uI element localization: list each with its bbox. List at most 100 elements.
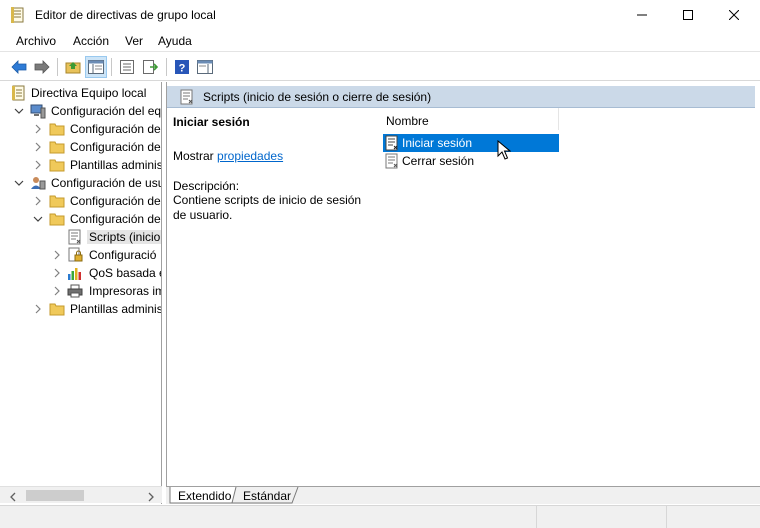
chevron-right-icon[interactable] bbox=[32, 195, 44, 207]
properties-link[interactable]: propiedades bbox=[217, 149, 283, 163]
tree-item-qos[interactable]: QoS basada e bbox=[0, 264, 162, 282]
menu-ver[interactable]: Ver bbox=[125, 34, 143, 48]
chevron-right-icon[interactable] bbox=[51, 285, 63, 297]
details-header: Scripts (inicio de sesión o cierre de se… bbox=[167, 86, 755, 108]
menu-archivo[interactable]: Archivo bbox=[16, 34, 56, 48]
tree-item-label: Configuración de bbox=[70, 140, 161, 154]
policy-editor-app-icon bbox=[11, 7, 25, 23]
title-bar: Editor de directivas de grupo local bbox=[0, 0, 760, 30]
tree-horizontal-scrollbar[interactable] bbox=[0, 486, 162, 503]
menu-ayuda[interactable]: Ayuda bbox=[158, 34, 192, 48]
back-icon[interactable] bbox=[8, 56, 30, 78]
folder-icon bbox=[49, 139, 65, 155]
user-icon bbox=[30, 175, 46, 191]
tree-item-label: Configuración de usu bbox=[51, 176, 162, 190]
selected-item-title: Iniciar sesión bbox=[173, 115, 250, 129]
tree-item-scripts[interactable]: Scripts (inicio bbox=[0, 228, 161, 246]
show-properties: Mostrar propiedades bbox=[173, 149, 283, 163]
toolbar: ? bbox=[0, 53, 760, 81]
scrollbar-thumb[interactable] bbox=[26, 490, 84, 501]
forward-icon[interactable] bbox=[31, 56, 53, 78]
tree-item-label: Configuración de bbox=[70, 212, 161, 226]
chevron-right-icon[interactable] bbox=[51, 249, 63, 261]
policy-document-icon bbox=[10, 85, 26, 101]
tree-item-label: Scripts (inicio bbox=[87, 230, 161, 244]
tab-label: Extendido bbox=[178, 489, 232, 503]
close-button[interactable] bbox=[711, 0, 757, 30]
show-prefix: Mostrar bbox=[173, 149, 214, 163]
status-panel bbox=[666, 506, 760, 528]
tab-extendido[interactable]: Extendido bbox=[172, 487, 234, 504]
chevron-down-icon[interactable] bbox=[13, 177, 25, 189]
status-panel bbox=[536, 506, 666, 528]
tree-item-configuracion-seguridad[interactable]: Configuració bbox=[0, 246, 161, 264]
folder-icon bbox=[49, 193, 65, 209]
script-icon bbox=[384, 135, 400, 151]
folder-icon bbox=[49, 301, 65, 317]
view-tab-strip: Extendido Estándar bbox=[166, 486, 760, 504]
tree-item-label: Configuración de bbox=[70, 194, 161, 208]
script-icon bbox=[179, 89, 195, 105]
tree-item-directiva-equipo-local[interactable]: Directiva Equipo local bbox=[0, 84, 161, 102]
tree-item-label: Plantillas adminis bbox=[70, 302, 162, 316]
tree-pane: Directiva Equipo local Configuración del… bbox=[0, 82, 162, 504]
window-title: Editor de directivas de grupo local bbox=[35, 8, 216, 22]
description-text: Contiene scripts de inicio de sesión de … bbox=[173, 193, 362, 222]
details-pane: Scripts (inicio de sesión o cierre de se… bbox=[166, 82, 760, 504]
column-header-label: Nombre bbox=[386, 114, 429, 128]
scroll-left-icon[interactable] bbox=[8, 491, 18, 502]
status-bar bbox=[0, 505, 760, 528]
chevron-right-icon[interactable] bbox=[32, 141, 44, 153]
show-hide-tree-icon[interactable] bbox=[85, 56, 107, 78]
computer-icon bbox=[30, 103, 46, 119]
tree-item-label: Configuració bbox=[89, 248, 157, 262]
folder-icon bbox=[49, 157, 65, 173]
properties-icon[interactable] bbox=[116, 56, 138, 78]
mouse-cursor-icon bbox=[497, 139, 512, 160]
tree-item-configuracion-usuario[interactable]: Configuración de usu bbox=[0, 174, 162, 192]
list-item-iniciar-sesion[interactable]: Iniciar sesión bbox=[383, 134, 559, 152]
list-item-label: Cerrar sesión bbox=[402, 154, 475, 168]
maximize-button[interactable] bbox=[665, 0, 711, 30]
printer-icon bbox=[67, 283, 83, 299]
minimize-button[interactable] bbox=[619, 0, 665, 30]
export-list-icon[interactable] bbox=[139, 56, 161, 78]
tree-item-label: Configuración del eq bbox=[51, 104, 162, 118]
tree-item-config-software-equipo[interactable]: Configuración de bbox=[0, 120, 161, 138]
tree-item-configuracion-equipo[interactable]: Configuración del eq bbox=[0, 102, 162, 120]
qos-chart-icon bbox=[67, 265, 83, 281]
tree-item-plantillas-equipo[interactable]: Plantillas adminis bbox=[0, 156, 162, 174]
tree-item-config-software-usuario[interactable]: Configuración de bbox=[0, 192, 161, 210]
tree-item-label: QoS basada e bbox=[89, 266, 162, 280]
tree-item-config-windows-usuario[interactable]: Configuración de bbox=[0, 210, 161, 228]
chevron-right-icon[interactable] bbox=[32, 123, 44, 135]
scroll-right-icon[interactable] bbox=[146, 491, 156, 502]
help-icon[interactable]: ? bbox=[171, 56, 193, 78]
up-folder-icon[interactable] bbox=[62, 56, 84, 78]
chevron-right-icon[interactable] bbox=[51, 267, 63, 279]
chevron-down-icon[interactable] bbox=[13, 105, 25, 117]
script-icon bbox=[67, 229, 83, 245]
description-label: Descripción: bbox=[173, 179, 240, 193]
tree-item-label: Impresoras im bbox=[89, 284, 162, 298]
tree-item-impresoras[interactable]: Impresoras im bbox=[0, 282, 162, 300]
folder-icon bbox=[49, 211, 65, 227]
chevron-right-icon[interactable] bbox=[32, 159, 44, 171]
folder-icon bbox=[49, 121, 65, 137]
chevron-right-icon[interactable] bbox=[32, 303, 44, 315]
tree-item-label: Directiva Equipo local bbox=[31, 86, 147, 100]
security-settings-icon bbox=[67, 247, 83, 263]
tree-item-label: Configuración de bbox=[70, 122, 161, 136]
show-hide-action-pane-icon[interactable] bbox=[194, 56, 216, 78]
tree-item-plantillas-usuario[interactable]: Plantillas adminis bbox=[0, 300, 162, 318]
details-header-title: Scripts (inicio de sesión o cierre de se… bbox=[203, 90, 432, 104]
column-header-nombre[interactable]: Nombre bbox=[381, 108, 559, 130]
tab-estandar[interactable]: Estándar bbox=[238, 487, 296, 504]
menu-accion[interactable]: Acción bbox=[73, 34, 109, 48]
tree-item-label: Plantillas adminis bbox=[70, 158, 162, 172]
chevron-down-icon[interactable] bbox=[32, 213, 44, 225]
list-item-cerrar-sesion[interactable]: Cerrar sesión bbox=[383, 152, 559, 170]
tab-label: Estándar bbox=[243, 489, 292, 503]
list-item-label: Iniciar sesión bbox=[402, 136, 473, 150]
tree-item-config-windows-equipo[interactable]: Configuración de bbox=[0, 138, 161, 156]
